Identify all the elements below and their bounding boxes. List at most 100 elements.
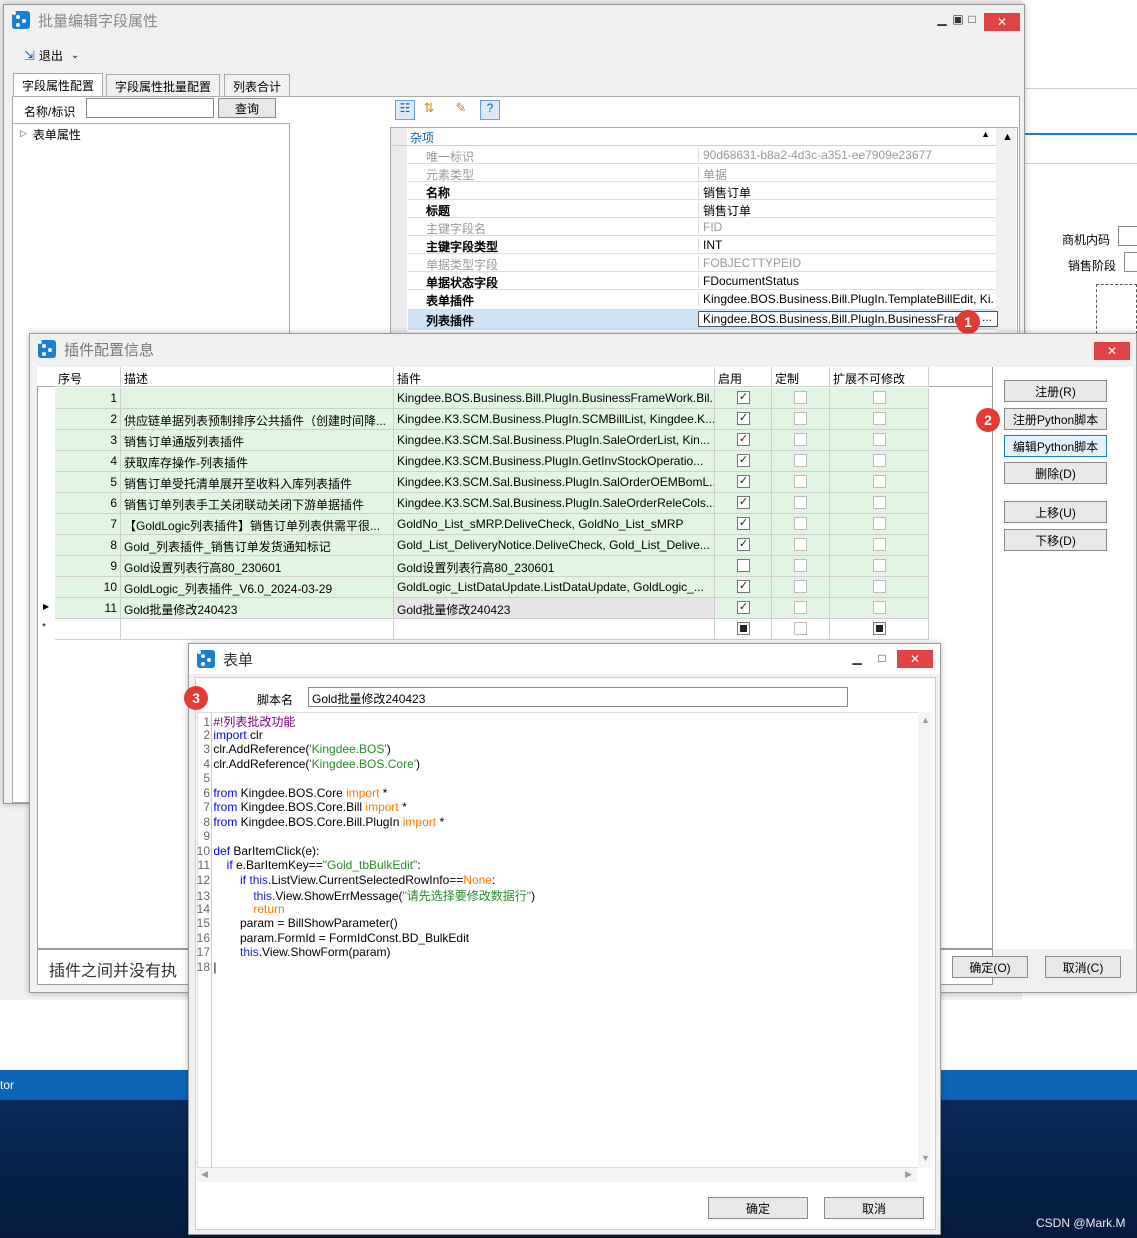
cell-desc[interactable]: 【GoldLogic列表插件】销售订单列表供需平很... (121, 514, 394, 535)
scroll-right-icon[interactable]: ▶ (905, 1169, 912, 1180)
sort-icon[interactable]: ⇅ (419, 100, 439, 120)
custom-checkbox[interactable] (794, 580, 807, 593)
cell-index[interactable]: 10 (55, 577, 121, 598)
enable-checkbox[interactable] (737, 559, 750, 572)
new-row-checkbox[interactable] (794, 622, 807, 635)
enable-checkbox[interactable] (737, 580, 750, 593)
ext-lock-checkbox[interactable] (873, 517, 886, 530)
enable-checkbox[interactable] (737, 475, 750, 488)
ext-lock-checkbox[interactable] (873, 580, 886, 593)
prop-value[interactable]: Kingdee.BOS.Business.Bill.PlugIn.Busines… (698, 311, 998, 327)
cell-index[interactable]: 8 (55, 535, 121, 556)
cell-desc[interactable]: 获取库存操作-列表插件 (121, 451, 394, 472)
cancel-button[interactable]: 取消(C) (1045, 956, 1121, 978)
categorized-icon[interactable]: ☷ (395, 100, 415, 120)
prop-row[interactable]: 元素类型 单据 (408, 164, 996, 183)
close-icon[interactable]: ✕ (897, 650, 933, 668)
col-header[interactable]: 启用 (715, 367, 772, 387)
help-icon[interactable]: ? (480, 100, 500, 120)
cell-index[interactable]: 1 (55, 388, 121, 409)
query-button[interactable]: 查询 (218, 98, 276, 118)
cell-plugin[interactable]: Kingdee.K3.SCM.Sal.Business.PlugIn.SaleO… (394, 493, 715, 514)
custom-checkbox[interactable] (794, 559, 807, 572)
maximize-icon[interactable]: □ (962, 9, 982, 29)
enable-checkbox[interactable] (737, 391, 750, 404)
cell-index[interactable]: 3 (55, 430, 121, 451)
cell-desc[interactable]: Gold批量修改240423 (121, 598, 394, 619)
cell-desc[interactable]: 销售订单列表手工关闭联动关闭下游单据插件 (121, 493, 394, 514)
prop-row[interactable]: 主键字段类型 INT (408, 236, 996, 254)
cell-index[interactable]: 11 (55, 598, 121, 619)
prop-row[interactable]: 唯一标识 90d68631-b8a2-4d3c-a351-ee7909e23677 (408, 146, 996, 164)
register-python-button[interactable]: 注册Python脚本 (1004, 408, 1107, 430)
col-header[interactable]: 扩展不可修改 (830, 367, 929, 387)
cell-desc[interactable]: Gold设置列表行高80_230601 (121, 556, 394, 577)
tab-field-props[interactable]: 字段属性配置 (13, 73, 104, 96)
enable-checkbox[interactable] (737, 538, 750, 551)
ok-button[interactable]: 确定(O) (952, 956, 1028, 978)
prop-row[interactable]: 名称 销售订单 (408, 182, 996, 201)
cell-index[interactable]: 2 (55, 409, 121, 430)
col-header[interactable]: 插件 (394, 367, 715, 387)
col-header[interactable]: 描述 (121, 367, 394, 387)
custom-checkbox[interactable] (794, 475, 807, 488)
cell-index[interactable]: 4 (55, 451, 121, 472)
form-cancel-button[interactable]: 取消 (824, 1197, 924, 1219)
cell-plugin[interactable]: Kingdee.BOS.Business.Bill.PlugIn.Busines… (394, 388, 715, 409)
cell-plugin[interactable]: GoldLogic_ListDataUpdate.ListDataUpdate,… (394, 577, 715, 598)
custom-checkbox[interactable] (794, 517, 807, 530)
new-row-checkbox[interactable] (737, 622, 750, 635)
ext-lock-checkbox[interactable] (873, 475, 886, 488)
close-icon[interactable]: ✕ (984, 13, 1020, 31)
ext-lock-checkbox[interactable] (873, 391, 886, 404)
ext-lock-checkbox[interactable] (873, 454, 886, 467)
cell-plugin[interactable]: Gold批量修改240423 (394, 598, 715, 619)
scroll-up-icon[interactable]: ▲ (921, 715, 930, 725)
tab-list-sum[interactable]: 列表合计 (224, 74, 291, 96)
ext-lock-checkbox[interactable] (873, 538, 886, 551)
enable-checkbox[interactable] (737, 412, 750, 425)
cell-desc[interactable]: 销售订单通版列表插件 (121, 430, 394, 451)
prop-row[interactable]: 单据状态字段 FDocumentStatus (408, 272, 996, 290)
register-button[interactable]: 注册(R) (1004, 380, 1107, 402)
bg-field1-input[interactable] (1118, 226, 1137, 246)
cell-index[interactable]: 6 (55, 493, 121, 514)
new-row-cell[interactable] (121, 619, 394, 640)
collapse-icon[interactable]: ▲ (981, 129, 990, 139)
form-ok-button[interactable]: 确定 (708, 1197, 808, 1219)
script-name-input[interactable]: Gold批量修改240423 (308, 687, 848, 707)
cell-plugin[interactable]: Gold_List_DeliveryNotice.DeliveCheck, Go… (394, 535, 715, 556)
exit-button[interactable]: ⇲ 退出 ⌄ (24, 47, 79, 64)
tab-batch-config[interactable]: 字段属性批量配置 (106, 74, 221, 96)
scroll-up-icon[interactable]: ▲ (1002, 131, 1013, 143)
cell-plugin[interactable]: Kingdee.K3.SCM.Sal.Business.PlugIn.SalOr… (394, 472, 715, 493)
delete-button[interactable]: 删除(D) (1004, 462, 1107, 484)
cell-plugin[interactable]: Kingdee.K3.SCM.Business.PlugIn.GetInvSto… (394, 451, 715, 472)
scroll-left-icon[interactable]: ◀ (201, 1169, 208, 1180)
custom-checkbox[interactable] (794, 538, 807, 551)
prop-row-selected[interactable]: 列表插件 Kingdee.BOS.Business.Bill.PlugIn.Bus… (408, 310, 998, 330)
enable-checkbox[interactable] (737, 496, 750, 509)
ext-lock-checkbox[interactable] (873, 601, 886, 614)
close-icon[interactable]: ✕ (1094, 342, 1130, 360)
search-input[interactable] (86, 98, 214, 118)
minimize-icon[interactable]: ▁ (847, 648, 867, 668)
prop-row[interactable]: 单据类型字段 FOBJECTTYPEID (408, 254, 996, 272)
prop-row[interactable]: 表单插件 Kingdee.BOS.Business.Bill.PlugIn.Tem… (408, 290, 996, 310)
edit-python-button[interactable]: 编辑Python脚本 (1004, 435, 1107, 457)
cell-index[interactable]: 5 (55, 472, 121, 493)
ellipsis-button[interactable]: ... (982, 310, 992, 324)
ext-lock-checkbox[interactable] (873, 559, 886, 572)
cell-index[interactable]: 7 (55, 514, 121, 535)
ext-lock-checkbox[interactable] (873, 412, 886, 425)
cell-plugin[interactable]: Gold设置列表行高80_230601 (394, 556, 715, 577)
cell-plugin[interactable]: Kingdee.K3.SCM.Business.PlugIn.SCMBillLi… (394, 409, 715, 430)
property-category[interactable]: 杂项 ▲ (391, 128, 996, 146)
enable-checkbox[interactable] (737, 433, 750, 446)
enable-checkbox[interactable] (737, 517, 750, 530)
custom-checkbox[interactable] (794, 412, 807, 425)
enable-checkbox[interactable] (737, 454, 750, 467)
prop-row[interactable]: 标题 销售订单 (408, 200, 996, 219)
cell-plugin[interactable]: Kingdee.K3.SCM.Sal.Business.PlugIn.SaleO… (394, 430, 715, 451)
scroll-down-icon[interactable]: ▼ (921, 1153, 930, 1163)
